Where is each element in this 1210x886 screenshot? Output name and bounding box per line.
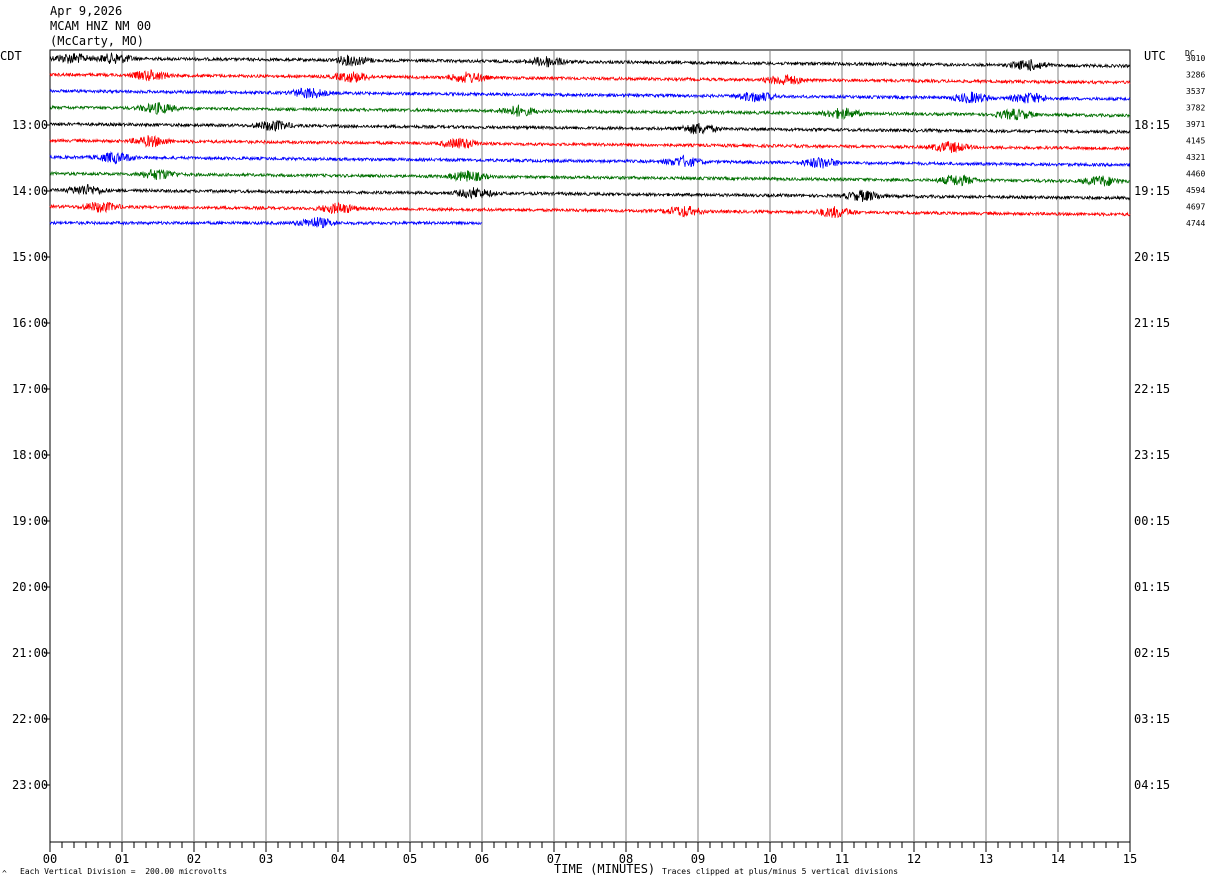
x-tick-label: 05 xyxy=(403,852,417,866)
right-hour-label: 21:15 xyxy=(1134,316,1170,330)
left-hour-label: 23:00 xyxy=(12,778,48,792)
right-hour-label: 03:15 xyxy=(1134,712,1170,726)
clip-note: Traces clipped at plus/minus 5 vertical … xyxy=(662,867,899,876)
seismic-trace xyxy=(49,101,1131,121)
right-hour-label: 19:15 xyxy=(1134,184,1170,198)
right-hour-label: 18:15 xyxy=(1134,118,1170,132)
dc-offset-label: 4744 xyxy=(1186,219,1205,228)
left-hour-label: 16:00 xyxy=(12,316,48,330)
seismic-trace xyxy=(49,201,1131,219)
right-hour-label: 23:15 xyxy=(1134,448,1170,462)
left-hour-label: 19:00 xyxy=(12,514,48,528)
dc-offset-label: 3537 xyxy=(1186,87,1205,96)
dc-offset-label: 4594 xyxy=(1186,186,1205,195)
seismic-trace xyxy=(49,52,1131,72)
right-hour-label: 00:15 xyxy=(1134,514,1170,528)
dc-offset-label: 3010 xyxy=(1186,54,1205,63)
seismic-trace xyxy=(49,150,1131,169)
x-tick-label: 10 xyxy=(763,852,777,866)
seismic-trace xyxy=(49,87,1131,104)
right-hour-label: 20:15 xyxy=(1134,250,1170,264)
left-hour-label: 18:00 xyxy=(12,448,48,462)
helicorder-plot: 00 01 02 03 04 05 06 07 08 09 10 11 12 13 14 1513:0014:… xyxy=(12,49,1205,866)
left-hour-label: 20:00 xyxy=(12,580,48,594)
x-axis-title: TIME (MINUTES) xyxy=(554,862,656,876)
dc-offset-label: 3971 xyxy=(1186,120,1205,129)
seismic-trace xyxy=(49,135,1130,154)
x-tick-label: 11 xyxy=(835,852,849,866)
scale-note: Each Vertical Division = 200.00 microvol… xyxy=(20,867,228,876)
corner-mark: ^ xyxy=(2,869,7,878)
right-hour-label: 02:15 xyxy=(1134,646,1170,660)
seismic-trace xyxy=(49,184,1131,203)
dc-offset-label: 4460 xyxy=(1186,170,1205,179)
x-tick-label: 13 xyxy=(979,852,993,866)
x-tick-label: 01 xyxy=(115,852,129,866)
left-hour-label: 17:00 xyxy=(12,382,48,396)
x-tick-label: 15 xyxy=(1123,852,1137,866)
x-tick-label: 03 xyxy=(259,852,273,866)
dc-offset-label: 4321 xyxy=(1186,153,1205,162)
x-tick-label: 02 xyxy=(187,852,201,866)
plot-frame xyxy=(49,49,1131,843)
x-tick-label: 09 xyxy=(691,852,705,866)
x-tick-label: 14 xyxy=(1051,852,1065,866)
dc-offset-label: 4697 xyxy=(1186,203,1205,212)
left-hour-label: 22:00 xyxy=(12,712,48,726)
left-hour-label: 21:00 xyxy=(12,646,48,660)
right-hour-label: 04:15 xyxy=(1134,778,1170,792)
dc-offset-label: 4145 xyxy=(1186,137,1205,146)
left-hour-label: 15:00 xyxy=(12,250,48,264)
left-hour-label: 13:00 xyxy=(12,118,48,132)
seismic-trace xyxy=(49,120,1131,135)
right-hour-label: 01:15 xyxy=(1134,580,1170,594)
x-tick-label: 06 xyxy=(475,852,489,866)
left-hour-label: 14:00 xyxy=(12,184,48,198)
right-hour-label: 22:15 xyxy=(1134,382,1170,396)
seismic-trace xyxy=(49,168,1130,187)
x-tick-label: 00 xyxy=(43,852,57,866)
x-tick-label: 04 xyxy=(331,852,345,866)
x-tick-label: 12 xyxy=(907,852,921,866)
dc-offset-label: 3286 xyxy=(1186,71,1205,80)
seismic-trace xyxy=(49,69,1131,86)
dc-offset-label: 3782 xyxy=(1186,104,1205,113)
